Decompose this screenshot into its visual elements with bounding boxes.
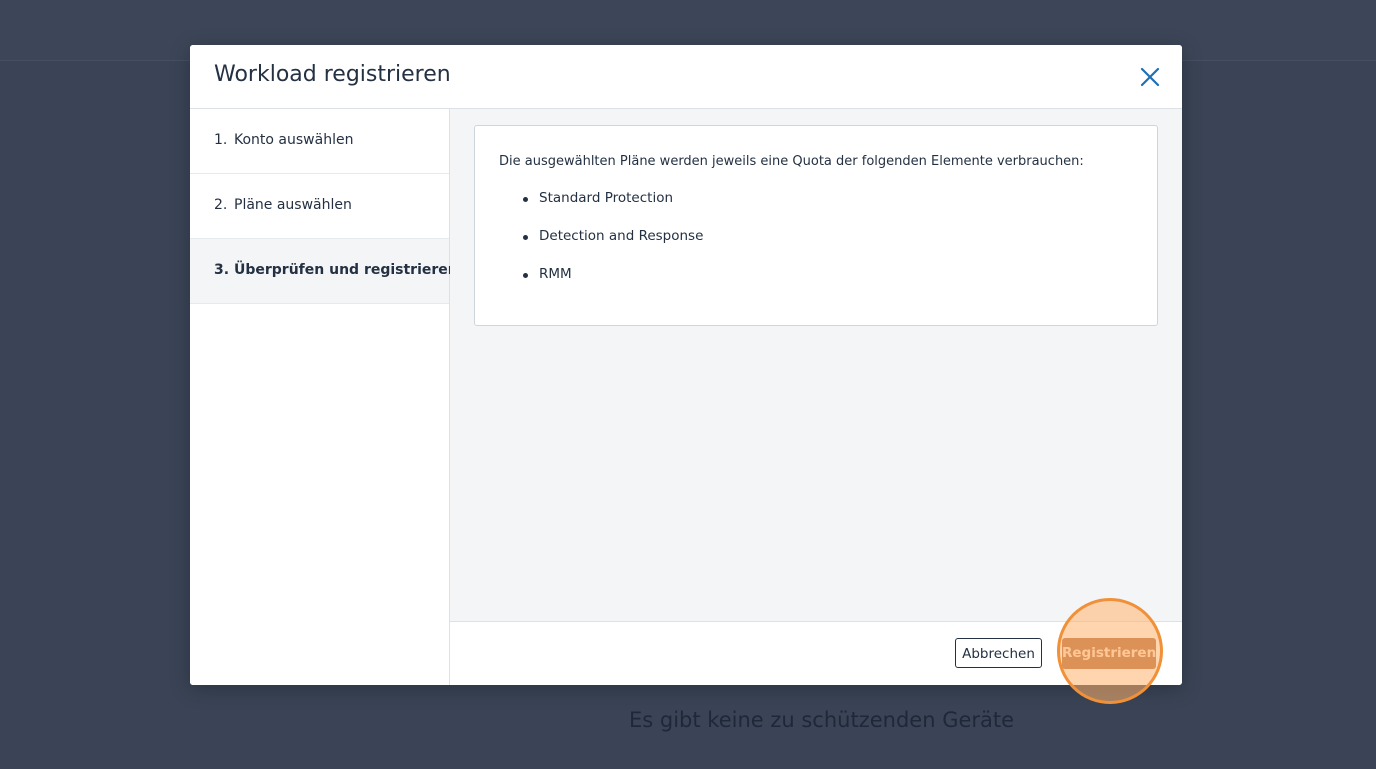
list-item-label: RMM [539, 266, 572, 282]
step-number: 3. [214, 262, 230, 278]
bullet-icon [523, 235, 528, 240]
close-icon[interactable] [1138, 65, 1162, 89]
review-content: Die ausgewählten Pläne werden jeweils ei… [450, 109, 1182, 621]
step-label: Überprüfen und registrieren [234, 262, 458, 278]
step-number: 2. [214, 197, 228, 213]
register-workload-dialog: Workload registrieren 1. Konto auswählen… [190, 45, 1182, 685]
cancel-button[interactable]: Abbrechen [955, 638, 1042, 668]
quota-info-card: Die ausgewählten Pläne werden jeweils ei… [474, 125, 1158, 326]
step-review-register[interactable]: 3. Überprüfen und registrieren [190, 239, 458, 304]
bullet-icon [523, 197, 528, 202]
step-label: Konto auswählen [234, 132, 354, 148]
step-number: 1. [214, 132, 228, 148]
step-select-plans[interactable]: 2. Pläne auswählen [190, 174, 449, 239]
dialog-title: Workload registrieren [214, 62, 451, 87]
step-select-account[interactable]: 1. Konto auswählen [190, 109, 449, 174]
dialog-footer: Abbrechen Registrieren [450, 621, 1182, 685]
dialog-header: Workload registrieren [190, 45, 1182, 109]
list-item-label: Standard Protection [539, 190, 674, 206]
register-button[interactable]: Registrieren [1062, 638, 1156, 669]
bullet-icon [523, 273, 528, 278]
quota-intro-text: Die ausgewählten Pläne werden jeweils ei… [499, 154, 1084, 169]
wizard-steps: 1. Konto auswählen 2. Pläne auswählen 3.… [190, 109, 458, 685]
list-item-label: Detection and Response [539, 228, 704, 244]
empty-state-text: Es gibt keine zu schützenden Geräte [629, 708, 1015, 732]
step-label: Pläne auswählen [234, 197, 352, 213]
